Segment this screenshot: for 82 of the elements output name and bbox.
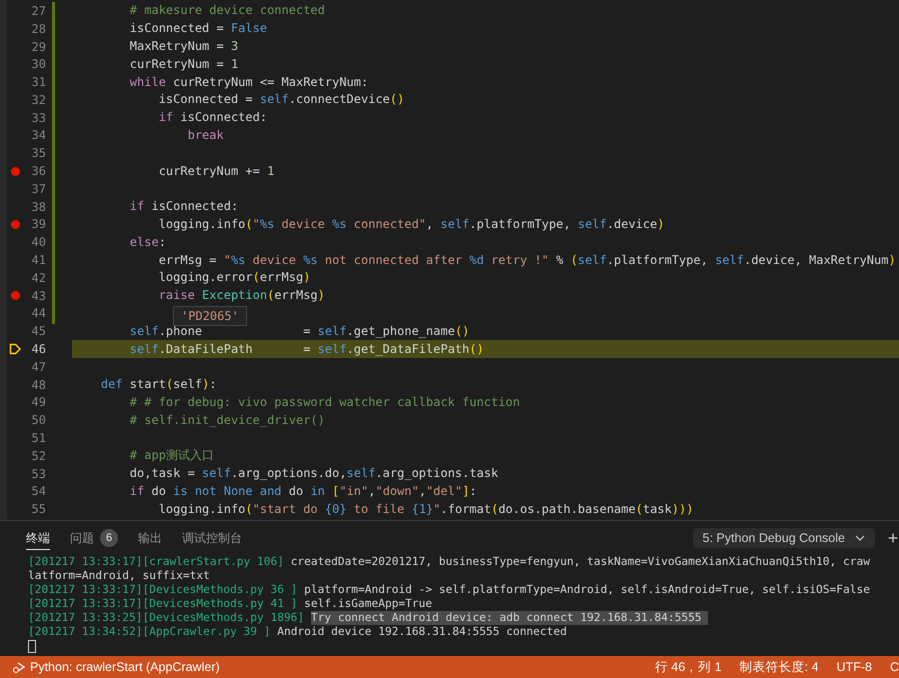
panel-tab[interactable]: 问题	[70, 526, 94, 550]
line-number: 54	[30, 483, 46, 500]
breakpoint-icon[interactable]	[10, 166, 20, 176]
code-line: self.DataFilePath = self.get_DataFilePath()	[128, 340, 484, 358]
line-number: 28	[30, 20, 46, 38]
code-line: logging.info("%s device %s connected", self.platformType, self.device)	[158, 216, 664, 233]
line-number: 30	[30, 56, 46, 74]
line-number: 52	[30, 448, 46, 465]
code-line: MaxRetryNum = 3	[128, 38, 238, 55]
code-line: if do is not None and do in ["in","down","del"]:	[128, 482, 477, 500]
code-line: else:	[128, 234, 166, 251]
log-prefix: [201217 13:33:17][crawlerStart.py 106]	[28, 555, 284, 569]
line-number: 53	[30, 466, 46, 483]
log-text: self.isGameApp=True	[303, 597, 432, 611]
panel-tab[interactable]: 终端	[26, 526, 50, 550]
line-number: 42	[30, 270, 46, 287]
status-item[interactable]: UTF-8	[836, 658, 872, 676]
line-number: 32	[30, 92, 46, 109]
code-line: # self.init_device_driver()	[128, 412, 325, 429]
line-number: 43	[30, 288, 46, 305]
line-number: 51	[30, 430, 46, 448]
code-line: errMsg = "%s device %s not connected after %d retry !" % (self.platformType, self.device, MaxRetryNum)	[158, 252, 896, 269]
status-item[interactable]: 行 46，列 1	[654, 658, 722, 676]
log-text: Android device 192.168.31.84:5555 connected	[276, 625, 567, 639]
log-prefix: [201217 13:33:25][DevicesMethods.py 1896]	[28, 611, 306, 625]
log-prefix: [201217 13:33:17][DevicesMethods.py 36 ]	[28, 583, 298, 597]
line-number: 44	[30, 305, 46, 322]
status-item[interactable]: C	[890, 658, 899, 676]
line-number: 47	[30, 358, 46, 376]
line-number: 31	[30, 74, 46, 92]
log-text: latform=Android, suffix=txt	[28, 569, 210, 583]
line-number: 37	[30, 180, 46, 198]
log-prefix: [201217 13:34:52][AppCrawler.py 39 ]	[28, 625, 270, 639]
code-line: curRetryNum += 1	[158, 162, 274, 180]
line-number: 34	[30, 127, 46, 144]
line-number: 55	[30, 501, 46, 518]
breakpoint-icon[interactable]	[10, 291, 20, 300]
chevron-down-icon	[855, 535, 865, 541]
code-line: # app测试入口	[128, 447, 214, 464]
code-line: isConnected = self.connectDevice()	[158, 91, 404, 108]
code-line: def start(self):	[100, 376, 217, 394]
line-number: 41	[30, 252, 46, 270]
line-number: 38	[30, 198, 46, 216]
line-number: 50	[30, 412, 46, 430]
bug-play-icon	[12, 660, 26, 674]
terminal-dropdown[interactable]: 5: Python Debug Console	[692, 528, 875, 548]
line-number: 27	[30, 2, 46, 20]
line-number: 29	[30, 38, 46, 56]
hover-tooltip: 'PD2065'	[173, 306, 247, 326]
line-number: 36	[30, 163, 46, 180]
code-line: break	[186, 126, 224, 144]
line-number: 45	[30, 323, 46, 340]
code-line: logging.error(errMsg)	[158, 269, 310, 286]
code-line: raise Exception(errMsg)	[158, 287, 325, 304]
line-number: 46	[30, 341, 46, 358]
debug-session-label[interactable]: Python: crawlerStart (AppCrawler)	[30, 658, 220, 676]
code-line: while curRetryNum <= MaxRetryNum:	[128, 74, 368, 91]
line-number: 39	[30, 216, 46, 234]
line-number: 40	[30, 234, 46, 252]
code-line: logging.info("start do {0} to file {1}".format(do.os.path.basename(task)))	[158, 500, 694, 518]
line-number: 35	[30, 145, 46, 162]
line-number: 33	[30, 110, 46, 127]
status-item[interactable]: 制表符长度: 4	[740, 658, 819, 676]
code-line: # # for debug: vivo password watcher callback function	[128, 394, 520, 411]
selected-log-text: Try connect Android device: adb connect 192.168.31.84:5555	[310, 611, 708, 625]
line-number: 49	[30, 394, 46, 412]
log-text: createdDate=20201217, businessType=fengyun, taskName=VivoGameXianXiaChuanQi5th10, craw	[290, 555, 870, 569]
terminal-cursor	[28, 640, 36, 653]
code-line: if isConnected:	[158, 109, 268, 126]
code-line: isConnected = False	[128, 20, 268, 38]
log-prefix: [201217 13:33:17][DevicesMethods.py 41 ]	[28, 597, 298, 611]
code-line: # makesure device connected	[128, 2, 325, 20]
line-number: 48	[30, 376, 46, 394]
code-line: if isConnected:	[128, 198, 238, 216]
add-terminal-button[interactable]: +	[887, 529, 899, 547]
code-line: do,task = self.arg_options.do,self.arg_options.task	[128, 465, 498, 482]
panel-tab[interactable]: 输出	[138, 526, 162, 550]
panel-tab[interactable]: 调试控制台	[182, 526, 242, 550]
problem-count-badge: 6	[100, 529, 118, 547]
log-text: platform=Android -> self.platformType=Android, self.isAndroid=True, self.isiOS=False	[303, 583, 870, 597]
breakpoint-icon[interactable]	[10, 220, 20, 229]
code-line: curRetryNum = 1	[128, 56, 238, 73]
